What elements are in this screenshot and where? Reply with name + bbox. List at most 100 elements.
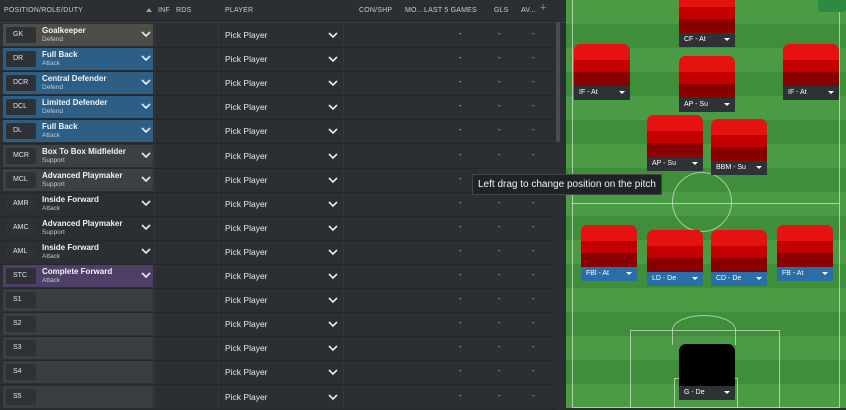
role-duty-dropdown[interactable]: LD - De [647,272,703,286]
col-con-shp[interactable]: CON/SHP [359,7,392,14]
role-selector[interactable]: AMR Inside Forward Attack [3,192,153,215]
chevron-down-icon[interactable] [141,101,151,111]
table-row[interactable]: AMR Inside Forward Attack Pick Player - … [0,192,556,217]
role-selector[interactable]: DL Full Back Attack [3,120,153,143]
role-selector[interactable]: S2 [3,313,153,336]
role-selector[interactable]: GK Goalkeeper Defend [3,24,153,46]
chevron-down-icon[interactable] [328,127,338,135]
dropdown-arrow-icon[interactable] [756,166,762,169]
role-duty-dropdown[interactable]: CD - De [711,272,767,286]
chevron-down-icon[interactable] [328,55,338,63]
table-row[interactable]: STC Complete Forward Attack Pick Player … [0,264,556,289]
chevron-down-icon[interactable] [328,200,338,208]
role-selector[interactable]: DCL Limited Defender Defend [3,96,153,119]
role-duty-dropdown[interactable]: FBl - At [581,267,637,281]
col-goals[interactable]: GLS [494,7,509,14]
role-duty-dropdown[interactable]: AP - Su [647,157,703,171]
chevron-down-icon[interactable] [328,224,338,232]
chevron-down-icon[interactable] [141,77,151,87]
dropdown-arrow-icon[interactable] [692,277,698,280]
chevron-down-icon[interactable] [141,246,151,256]
dropdown-arrow-icon[interactable] [822,272,828,275]
role-duty-dropdown[interactable]: CF - At [679,33,735,47]
chevron-down-icon[interactable] [328,176,338,184]
chevron-down-icon[interactable] [141,270,151,280]
role-duty-dropdown[interactable]: AP - Su [679,98,735,112]
table-row[interactable]: S4 Pick Player - - - [0,360,556,386]
pick-player-dropdown[interactable]: Pick Player [225,54,268,64]
table-row[interactable]: MCR Box To Box Midfielder Support Pick P… [0,144,556,169]
chevron-down-icon[interactable] [328,272,338,280]
dropdown-arrow-icon[interactable] [756,277,762,280]
dropdown-arrow-icon[interactable] [626,272,632,275]
role-selector[interactable]: S5 [3,385,153,408]
tactics-pitch[interactable]: CF - At IF - At AP - Su IF - At AP - Su [566,0,846,408]
chevron-down-icon[interactable] [328,393,338,401]
add-column-button[interactable]: + [540,2,547,14]
role-duty-dropdown[interactable]: IF - At [783,86,839,100]
role-selector[interactable]: STC Complete Forward Attack [3,265,153,287]
col-last-5-games[interactable]: LAST 5 GAMES [424,7,477,14]
dropdown-arrow-icon[interactable] [828,91,834,94]
chevron-down-icon[interactable] [328,296,338,304]
dropdown-arrow-icon[interactable] [692,162,698,165]
chevron-down-icon[interactable] [141,29,151,39]
chevron-down-icon[interactable] [141,125,151,135]
role-duty-dropdown[interactable]: G - De [679,386,735,400]
table-row[interactable]: AMC Advanced Playmaker Support Pick Play… [0,216,556,241]
player-position-slot[interactable]: AP - Su [679,56,735,114]
role-duty-dropdown[interactable]: IF - At [574,86,630,100]
table-row[interactable]: GK Goalkeeper Defend Pick Player - - - [0,23,556,48]
table-row[interactable]: AML Inside Forward Attack Pick Player - … [0,240,556,265]
role-duty-dropdown[interactable]: FB - At [777,267,833,281]
table-row[interactable]: DR Full Back Attack Pick Player - - - [0,47,556,73]
table-row[interactable]: DCR Central Defender Defend Pick Player … [0,71,556,97]
col-player[interactable]: PLAYER [225,7,253,14]
pick-player-dropdown[interactable]: Pick Player [225,343,268,353]
pick-player-dropdown[interactable]: Pick Player [225,247,268,257]
col-average-rating[interactable]: AV... [521,7,536,14]
pick-player-dropdown[interactable]: Pick Player [225,223,268,233]
player-position-slot[interactable]: IF - At [783,44,839,102]
player-position-slot[interactable]: G - De [679,344,735,402]
chevron-down-icon[interactable] [141,53,151,63]
role-selector[interactable]: S1 [3,289,153,312]
col-position-role-duty[interactable]: POSITION/ROLE/DUTY [4,7,83,14]
pick-player-dropdown[interactable]: Pick Player [225,102,268,112]
pick-player-dropdown[interactable]: Pick Player [225,199,268,209]
pick-player-dropdown[interactable]: Pick Player [225,367,268,377]
player-position-slot[interactable]: FBl - At [581,225,637,283]
table-row[interactable]: S2 Pick Player - - - [0,312,556,338]
pick-player-dropdown[interactable]: Pick Player [225,271,268,281]
role-selector[interactable]: MCL Advanced Playmaker Support [3,168,153,191]
col-morale[interactable]: MO... [405,7,423,14]
chevron-down-icon[interactable] [141,198,151,208]
role-selector[interactable]: DR Full Back Attack [3,48,153,71]
chevron-down-icon[interactable] [328,248,338,256]
role-duty-dropdown[interactable]: BBM - Su [711,161,767,175]
table-row[interactable]: S5 Pick Player - - - [0,385,556,410]
chevron-down-icon[interactable] [328,368,338,376]
chevron-down-icon[interactable] [328,79,338,87]
dropdown-arrow-icon[interactable] [724,103,730,106]
player-position-slot[interactable]: CD - De [711,230,767,288]
role-selector[interactable]: S4 [3,361,153,384]
pick-player-dropdown[interactable]: Pick Player [225,30,268,40]
table-row[interactable]: S3 Pick Player - - - [0,336,556,362]
dropdown-arrow-icon[interactable] [724,38,730,41]
chevron-down-icon[interactable] [328,320,338,328]
chevron-down-icon[interactable] [141,174,151,184]
dropdown-arrow-icon[interactable] [619,91,625,94]
scrollbar[interactable] [556,22,560,142]
role-selector[interactable]: MCR Box To Box Midfielder Support [3,144,153,167]
pick-player-dropdown[interactable]: Pick Player [225,78,268,88]
role-selector[interactable]: S3 [3,337,153,360]
pick-player-dropdown[interactable]: Pick Player [225,295,268,305]
chevron-down-icon[interactable] [328,31,338,39]
pick-player-dropdown[interactable]: Pick Player [225,392,268,402]
player-position-slot[interactable]: AP - Su [647,115,703,173]
role-selector[interactable]: AML Inside Forward Attack [3,240,153,263]
chevron-down-icon[interactable] [141,222,151,232]
dropdown-arrow-icon[interactable] [724,391,730,394]
role-selector[interactable]: AMC Advanced Playmaker Support [3,216,153,239]
